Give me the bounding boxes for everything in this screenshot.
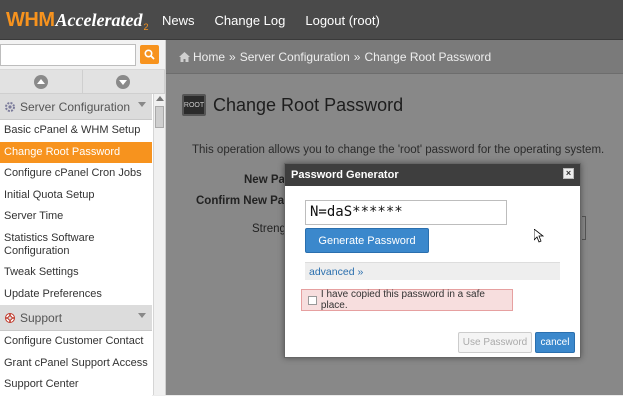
- chevron-down-icon: [116, 74, 131, 89]
- breadcrumb-current: Change Root Password: [364, 49, 492, 64]
- sidebar-item-server-time[interactable]: Server Time: [0, 206, 152, 228]
- sidebar-search-input[interactable]: [0, 44, 136, 66]
- sidebar-item-cron-jobs[interactable]: Configure cPanel Cron Jobs: [0, 163, 152, 185]
- sidebar-item-quota-setup[interactable]: Initial Quota Setup: [0, 184, 152, 207]
- chevron-up-icon: [33, 74, 48, 89]
- mouse-cursor-icon: [534, 229, 544, 243]
- strength-label: Streng: [252, 223, 286, 235]
- breadcrumb-separator: »: [229, 49, 236, 64]
- nav-news[interactable]: News: [162, 13, 195, 28]
- new-password-label: New Pa: [244, 174, 285, 186]
- advanced-link[interactable]: advanced »: [305, 262, 560, 280]
- password-generator-dialog: Password Generator × N=daS****** Generat…: [284, 163, 581, 358]
- copied-confirmation[interactable]: I have copied this password in a safe pl…: [301, 289, 513, 311]
- search-button[interactable]: [140, 45, 159, 64]
- dialog-title: Password Generator: [291, 169, 399, 181]
- breadcrumb-server-configuration[interactable]: Server Configuration: [240, 50, 350, 64]
- section-label: Server Configuration: [20, 99, 131, 114]
- scroll-thumb[interactable]: [155, 106, 164, 128]
- sidebar-scrollbar[interactable]: [153, 94, 165, 395]
- cancel-button[interactable]: cancel: [535, 332, 575, 353]
- logo-whm: WHM: [6, 9, 55, 31]
- sidebar-nav: Server Configuration Basic cPanel & WHM …: [0, 94, 152, 396]
- top-nav: News Change Log Logout (root): [152, 0, 390, 40]
- section-label: Support: [20, 310, 63, 325]
- sidebar-item-tweak-settings[interactable]: Tweak Settings: [0, 261, 152, 284]
- strength-meter-edge: [582, 216, 586, 240]
- root-icon: ROOT: [182, 94, 206, 116]
- sidebar-item-basic-setup[interactable]: Basic cPanel & WHM Setup: [0, 120, 152, 142]
- close-icon[interactable]: ×: [563, 168, 574, 179]
- logo-accelerated: Accelerated: [55, 10, 143, 30]
- whm-logo[interactable]: WHM Accelerated 2: [6, 6, 148, 34]
- page-header: ROOT Change Root Password: [182, 94, 403, 116]
- use-password-button[interactable]: Use Password: [458, 332, 532, 353]
- sidebar-collapse-row: [0, 70, 165, 94]
- nav-change-log[interactable]: Change Log: [215, 13, 286, 28]
- confirm-password-label: Confirm New Pa: [196, 195, 285, 207]
- copied-label: I have copied this password in a safe pl…: [320, 289, 485, 311]
- expand-all-button[interactable]: [83, 70, 165, 93]
- home-icon: [179, 51, 190, 62]
- top-bar: WHM Accelerated 2 News Change Log Logout…: [0, 0, 623, 40]
- sidebar-item-customer-contact[interactable]: Configure Customer Contact: [0, 331, 152, 353]
- logo-version: 2: [143, 22, 149, 32]
- collapse-all-button[interactable]: [0, 70, 83, 93]
- section-server-configuration[interactable]: Server Configuration: [0, 94, 152, 120]
- dialog-header: Password Generator ×: [285, 164, 580, 186]
- page-description: This operation allows you to change the …: [192, 144, 605, 156]
- sidebar: Server Configuration Basic cPanel & WHM …: [0, 40, 166, 396]
- gear-icon: [5, 101, 15, 112]
- sidebar-item-change-root-password[interactable]: Change Root Password: [0, 141, 152, 164]
- breadcrumb-separator: »: [353, 49, 361, 64]
- section-support[interactable]: Support: [0, 305, 152, 332]
- page-title: Change Root Password: [213, 94, 404, 115]
- generated-password-field[interactable]: N=daS******: [305, 200, 507, 225]
- sidebar-item-update-preferences[interactable]: Update Preferences: [0, 283, 152, 306]
- breadcrumb: Home » Server Configuration » Change Roo…: [166, 40, 623, 74]
- search-icon: [144, 49, 155, 60]
- sidebar-search-row: [0, 40, 165, 70]
- breadcrumb-home[interactable]: Home: [193, 50, 225, 64]
- sidebar-item-support-access[interactable]: Grant cPanel Support Access: [0, 352, 152, 375]
- sidebar-item-statistics-software[interactable]: Statistics Software Configuration: [0, 227, 152, 262]
- chevron-down-icon: [138, 102, 146, 107]
- scroll-up-icon[interactable]: [156, 96, 164, 101]
- lifebuoy-icon: [5, 312, 15, 323]
- generate-password-button[interactable]: Generate Password: [305, 228, 429, 253]
- chevron-down-icon: [138, 313, 146, 319]
- nav-logout[interactable]: Logout (root): [305, 13, 379, 28]
- copied-checkbox[interactable]: [308, 295, 317, 305]
- sidebar-item-support-center[interactable]: Support Center: [0, 374, 152, 396]
